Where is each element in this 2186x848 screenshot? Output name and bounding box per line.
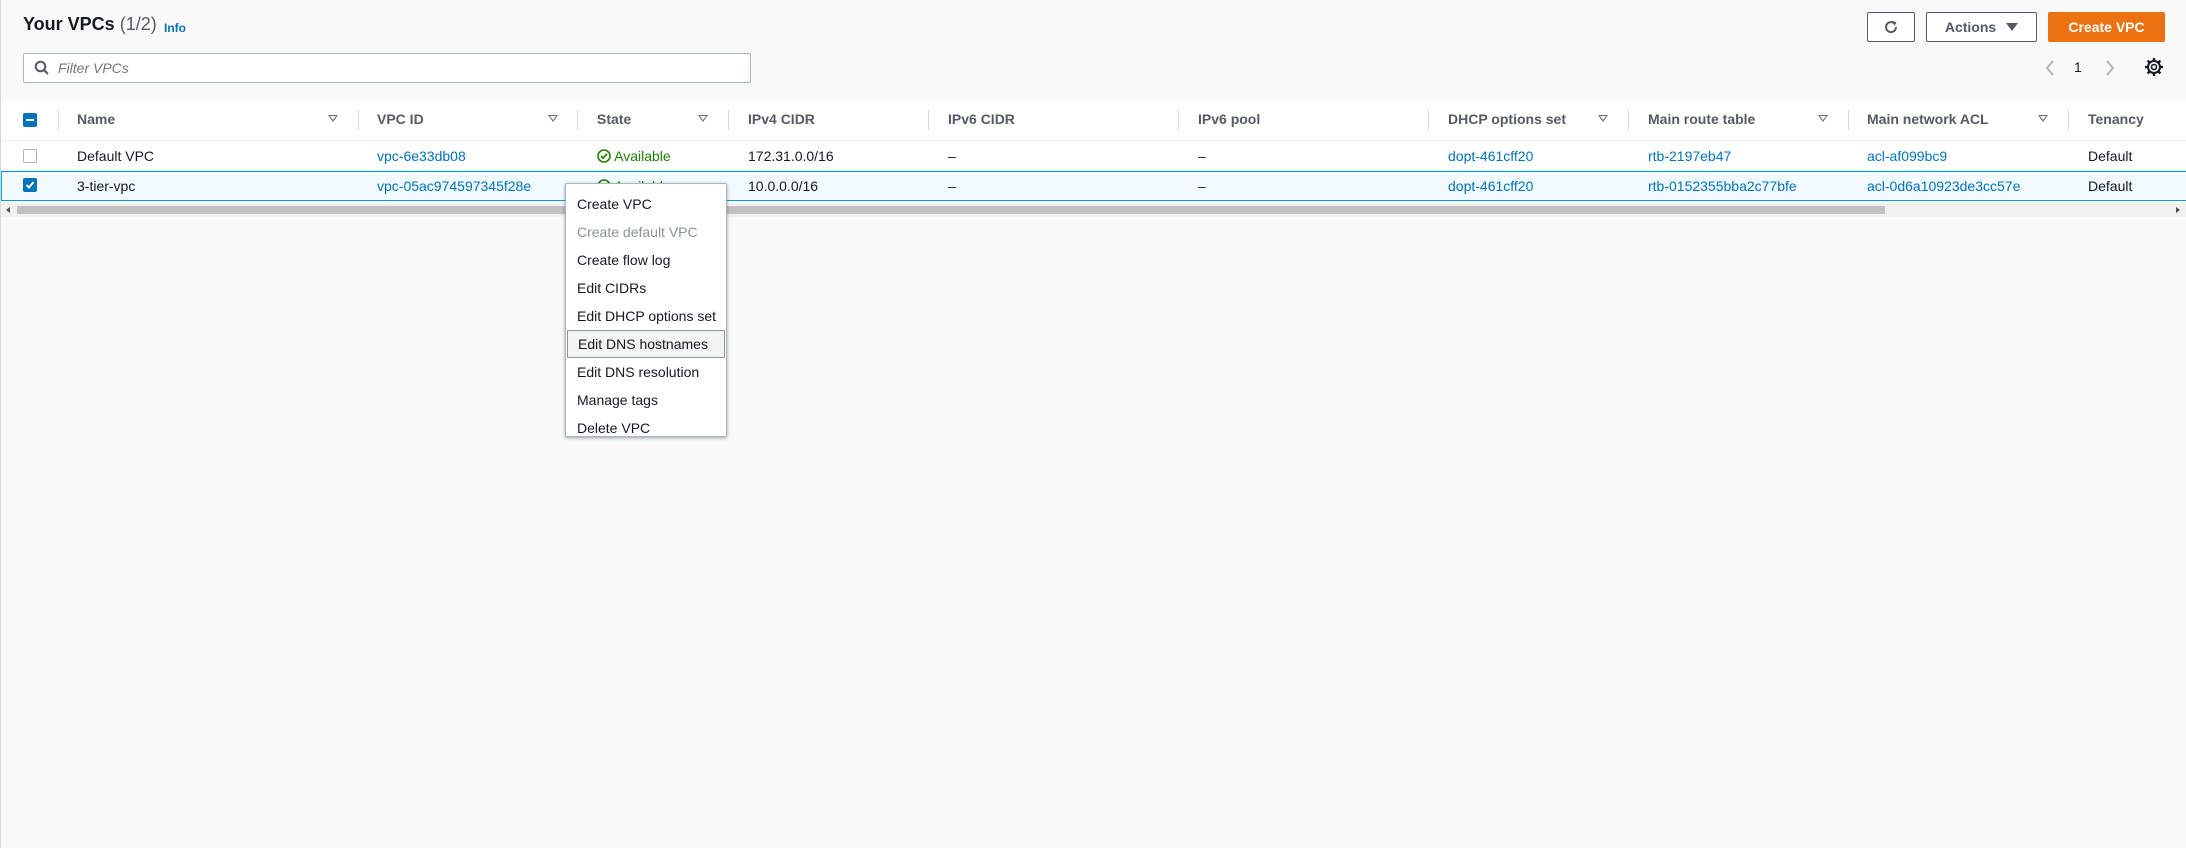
chevron-right-icon[interactable] xyxy=(2103,59,2117,77)
table-row[interactable]: 3-tier-vpc vpc-05ac974597345f28e Availab… xyxy=(1,171,2186,201)
dhcp-options-link[interactable]: dopt-461cff20 xyxy=(1448,178,1533,194)
ipv4-cidr: 172.31.0.0/16 xyxy=(748,148,834,164)
vpc-id-link[interactable]: vpc-05ac974597345f28e xyxy=(377,178,531,194)
network-acl-link[interactable]: acl-af099bc9 xyxy=(1867,148,1947,164)
menu-item-create-vpc[interactable]: Create VPC xyxy=(566,190,726,218)
actions-context-menu: Create VPC Create default VPC Create flo… xyxy=(565,183,727,437)
menu-item-manage-tags[interactable]: Manage tags xyxy=(566,386,726,414)
table-row[interactable]: Default VPC vpc-6e33db08 Available 172.3… xyxy=(1,141,2186,171)
column-header-dhcp-options[interactable]: DHCP options set xyxy=(1448,111,1566,127)
menu-item-create-default-vpc: Create default VPC xyxy=(577,224,698,240)
column-header-ipv4-cidr[interactable]: IPv4 CIDR xyxy=(748,111,815,127)
vpc-name: Default VPC xyxy=(77,148,155,164)
sort-icon[interactable] xyxy=(2038,115,2048,122)
check-circle-icon xyxy=(597,149,611,163)
actions-label: Actions xyxy=(1944,19,1997,35)
menu-item-create-flow-log[interactable]: Create flow log xyxy=(566,246,726,274)
state-badge: Available xyxy=(597,148,671,164)
dhcp-options-link[interactable]: dopt-461cff20 xyxy=(1448,148,1533,164)
tenancy: Default xyxy=(2088,148,2133,164)
search-icon xyxy=(34,60,49,75)
menu-item-edit-dhcp-options-set[interactable]: Edit DHCP options set xyxy=(566,302,726,330)
selection-count: (1/2) xyxy=(119,14,157,34)
ipv6-cidr: – xyxy=(948,148,956,164)
actions-button[interactable]: Actions xyxy=(1926,12,2037,42)
chevron-left-icon[interactable] xyxy=(2043,59,2057,77)
table-header: Name VPC ID State IPv4 CIDR IPv6 CIDR IP… xyxy=(1,100,2186,141)
info-link[interactable]: Info xyxy=(164,21,186,35)
column-header-ipv6-cidr[interactable]: IPv6 CIDR xyxy=(948,111,1015,127)
column-header-ipv6-pool[interactable]: IPv6 pool xyxy=(1198,111,1260,127)
column-header-tenancy[interactable]: Tenancy xyxy=(2088,111,2144,127)
network-acl-link[interactable]: acl-0d6a10923de3cc57e xyxy=(1867,178,2020,194)
vpc-name: 3-tier-vpc xyxy=(77,178,136,194)
route-table-link[interactable]: rtb-0152355bba2c77bfe xyxy=(1648,178,1797,194)
row-checkbox[interactable] xyxy=(23,178,37,192)
page-title-text: Your VPCs xyxy=(23,14,115,34)
column-header-state[interactable]: State xyxy=(597,111,631,127)
menu-item-edit-dns-hostnames[interactable]: Edit DNS hostnames xyxy=(567,330,725,358)
create-vpc-button[interactable]: Create VPC xyxy=(2048,12,2165,42)
scroll-right-icon[interactable] xyxy=(2173,203,2183,217)
filter-input[interactable] xyxy=(56,59,740,77)
ipv6-cidr: – xyxy=(948,178,956,194)
state-text: Available xyxy=(614,148,671,164)
ipv6-pool: – xyxy=(1198,148,1206,164)
filter-field[interactable] xyxy=(23,53,751,83)
sort-icon[interactable] xyxy=(1818,115,1828,122)
row-checkbox[interactable] xyxy=(23,149,37,163)
column-header-vpc-id[interactable]: VPC ID xyxy=(377,111,424,127)
ipv4-cidr: 10.0.0.0/16 xyxy=(748,178,819,194)
refresh-button[interactable] xyxy=(1867,12,1915,42)
page-number[interactable]: 1 xyxy=(2074,59,2082,75)
caret-down-icon xyxy=(2006,23,2019,31)
menu-item-edit-cidrs[interactable]: Edit CIDRs xyxy=(566,274,726,302)
refresh-icon xyxy=(1885,21,1898,34)
scroll-left-icon[interactable] xyxy=(3,203,13,217)
sort-icon[interactable] xyxy=(548,115,558,122)
sort-icon[interactable] xyxy=(698,115,708,122)
column-header-main-network-acl[interactable]: Main network ACL xyxy=(1867,111,1989,127)
menu-item-delete-vpc[interactable]: Delete VPC xyxy=(566,414,726,442)
vpc-list-panel: Your VPCs (1/2) Info Actions Create VPC … xyxy=(0,0,2186,848)
menu-item-edit-dns-resolution[interactable]: Edit DNS resolution xyxy=(566,358,726,386)
column-header-main-route-table[interactable]: Main route table xyxy=(1648,111,1755,127)
page-title: Your VPCs (1/2) xyxy=(23,14,157,35)
select-all-checkbox[interactable] xyxy=(23,113,37,127)
horizontal-scrollbar[interactable] xyxy=(1,203,2186,217)
route-table-link[interactable]: rtb-2197eb47 xyxy=(1648,148,1731,164)
gear-icon[interactable] xyxy=(2144,57,2164,77)
tenancy: Default xyxy=(2088,178,2133,194)
scrollbar-thumb[interactable] xyxy=(17,206,1885,214)
sort-icon[interactable] xyxy=(1598,115,1608,122)
ipv6-pool: – xyxy=(1198,178,1206,194)
sort-icon[interactable] xyxy=(328,115,338,122)
vpc-id-link[interactable]: vpc-6e33db08 xyxy=(377,148,466,164)
column-header-name[interactable]: Name xyxy=(77,111,115,127)
